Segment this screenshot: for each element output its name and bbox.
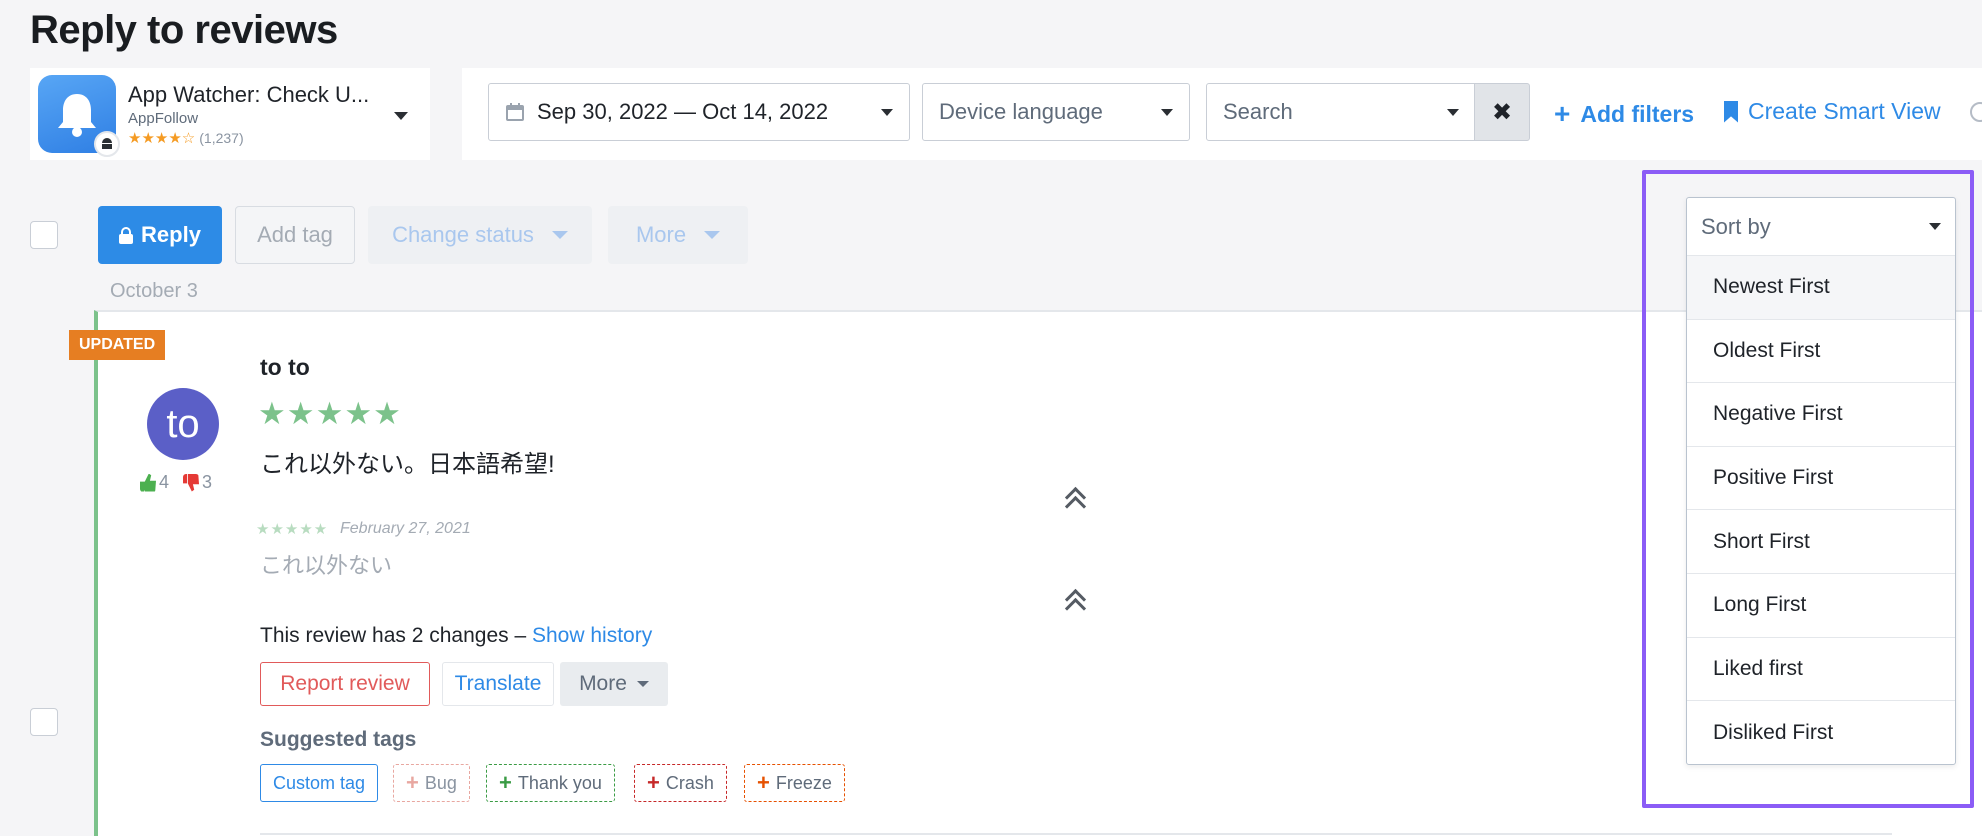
translate-button[interactable]: Translate (442, 662, 554, 706)
sort-select[interactable]: Sort by (1687, 198, 1955, 256)
tag-label: Crash (665, 772, 714, 793)
status-badge: UPDATED (69, 330, 166, 360)
thumbs-up-icon (140, 473, 156, 492)
change-status-button[interactable]: Change status (368, 206, 592, 264)
tag-crash-button[interactable]: + Crash (634, 764, 727, 802)
sort-option-positive-first[interactable]: Positive First (1687, 447, 1955, 511)
change-status-label: Change status (392, 222, 534, 247)
plus-icon: + (757, 770, 770, 795)
sort-option-short-first[interactable]: Short First (1687, 510, 1955, 574)
select-all-checkbox[interactable] (30, 221, 58, 249)
plus-icon: + (406, 770, 419, 795)
date-range-picker[interactable]: Sep 30, 2022 — Oct 14, 2022 (488, 83, 910, 141)
tag-thank-you-button[interactable]: + Thank you (486, 764, 615, 802)
app-rating: ★★★★☆ (1,237) (128, 129, 394, 147)
review-author: to to (260, 354, 310, 380)
tag-label: Thank you (517, 772, 602, 793)
report-review-button[interactable]: Report review (260, 662, 430, 706)
likes-count: 4 (159, 472, 170, 492)
tag-label: Custom tag (273, 772, 366, 793)
show-history-link[interactable]: Show history (532, 624, 652, 647)
chevron-down-icon (881, 108, 893, 116)
previous-review-stars: ★★★★★ (256, 521, 329, 538)
add-tag-button[interactable]: Add tag (235, 206, 355, 264)
previous-review-date: February 27, 2021 (340, 520, 471, 537)
tag-bug-button[interactable]: + Bug (393, 764, 470, 802)
translate-label: Translate (454, 672, 542, 695)
report-review-label: Report review (280, 672, 410, 695)
tag-label: Freeze (775, 772, 832, 793)
filter-bar: Sep 30, 2022 — Oct 14, 2022 Device langu… (462, 68, 1982, 160)
lock-icon (119, 227, 134, 244)
review-stars: ★★★★★ (258, 396, 402, 431)
review-checkbox[interactable] (30, 708, 58, 736)
avatar: to (147, 388, 219, 460)
more-actions-button[interactable]: More (560, 662, 668, 706)
previous-review-text: これ以外ない (260, 553, 393, 578)
sort-option-negative-first[interactable]: Negative First (1687, 383, 1955, 447)
chevron-down-icon (1447, 108, 1459, 116)
sort-option-newest-first[interactable]: Newest First (1687, 256, 1955, 320)
language-value: Device language (939, 99, 1103, 124)
clear-search-button[interactable]: ✖ (1474, 83, 1530, 141)
sort-option-disliked-first[interactable]: Disliked First (1687, 701, 1955, 765)
add-tag-label: Add tag (257, 222, 333, 247)
calendar-icon (506, 103, 524, 121)
tag-freeze-button[interactable]: + Freeze (744, 764, 845, 802)
more-actions-label: More (579, 672, 627, 695)
reply-label: Reply (141, 222, 201, 247)
sort-option-long-first[interactable]: Long First (1687, 574, 1955, 638)
changes-text: This review has 2 changes – (260, 624, 532, 647)
add-filters-button[interactable]: + Add filters (1554, 98, 1694, 130)
group-date-label: October 3 (110, 280, 198, 302)
bell-icon (58, 94, 96, 137)
search-placeholder: Search (1223, 99, 1293, 124)
chevron-down-icon (394, 112, 408, 120)
reply-button[interactable]: Reply (98, 206, 222, 264)
plus-icon: + (499, 770, 512, 795)
app-icon (38, 75, 120, 157)
chevron-down-icon (1929, 223, 1941, 230)
collapse-icon[interactable] (1064, 588, 1086, 614)
language-select[interactable]: Device language (922, 83, 1190, 141)
smart-view-label: Create Smart View (1748, 98, 1941, 124)
chevron-down-icon (636, 681, 649, 687)
sort-dropdown: Sort by Newest First Oldest First Negati… (1686, 197, 1956, 765)
more-bulk-label: More (635, 222, 687, 247)
sort-option-liked-first[interactable]: Liked first (1687, 638, 1955, 702)
plus-icon: + (647, 770, 660, 795)
sort-option-oldest-first[interactable]: Oldest First (1687, 320, 1955, 384)
tag-label: Bug (424, 772, 457, 793)
sort-label: Sort by (1701, 213, 1771, 239)
review-text: これ以外ない。日本語希望! (260, 451, 555, 478)
suggested-tags-label: Suggested tags (260, 728, 417, 751)
android-icon (94, 131, 120, 157)
divider (260, 833, 1892, 835)
create-smart-view-button[interactable]: Create Smart View (1724, 98, 1941, 125)
app-developer: AppFollow (128, 109, 199, 127)
date-range-value: Sep 30, 2022 — Oct 14, 2022 (537, 99, 829, 124)
review-votes: 4 3 (140, 472, 212, 493)
custom-tag-button[interactable]: Custom tag (260, 764, 379, 802)
chevron-down-icon (551, 231, 568, 239)
close-icon: ✖ (1491, 98, 1513, 126)
page-title: Reply to reviews (30, 8, 338, 52)
dislikes-count: 3 (202, 472, 213, 492)
app-name: App Watcher: Check U... (128, 81, 370, 107)
chevron-down-icon (704, 231, 721, 239)
chevron-down-icon (1161, 108, 1173, 116)
collapse-icon[interactable] (1064, 486, 1086, 512)
refresh-icon[interactable] (1970, 102, 1982, 122)
plus-icon: + (1554, 98, 1571, 129)
add-filters-label: Add filters (1580, 100, 1695, 127)
thumbs-down-icon (183, 473, 200, 492)
app-rating-stars: ★★★★☆ (128, 129, 196, 147)
search-select[interactable]: Search (1206, 83, 1476, 141)
review-changes: This review has 2 changes – Show history (260, 624, 652, 648)
more-bulk-button[interactable]: More (608, 206, 748, 264)
bookmark-icon (1724, 100, 1738, 123)
app-selector[interactable]: App Watcher: Check U... AppFollow ★★★★☆(… (30, 68, 430, 160)
app-rating-count: (1,237) (199, 129, 244, 146)
